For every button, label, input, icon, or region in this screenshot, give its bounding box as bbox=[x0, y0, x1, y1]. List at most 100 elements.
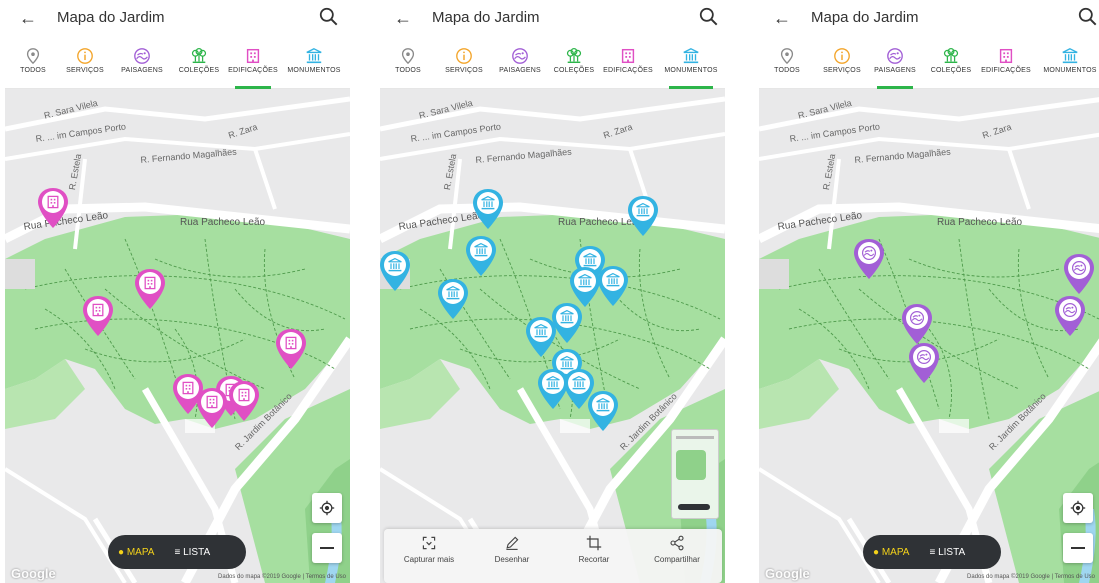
monument-pin-icon[interactable] bbox=[464, 234, 498, 278]
tab-label: SERVIÇOS bbox=[823, 67, 861, 74]
tab-label: MONUMENTOS bbox=[287, 67, 341, 74]
map-view[interactable]: R. Sara Vilela R. ... im Campos Porto R.… bbox=[380, 89, 725, 583]
compartilhar-button[interactable]: Compartilhar bbox=[637, 535, 717, 564]
my-location-button[interactable] bbox=[1063, 493, 1093, 523]
tab-label: SERVIÇOS bbox=[445, 67, 483, 74]
monument-pin-icon[interactable] bbox=[626, 194, 660, 238]
location-pin-icon bbox=[778, 47, 796, 65]
tab-monumentos[interactable]: MONUMENTOS bbox=[1039, 42, 1099, 88]
thumbnail-bar bbox=[676, 436, 714, 439]
tab-label: EDIFICAÇÕES bbox=[981, 67, 1031, 74]
monument-pin-icon[interactable] bbox=[436, 277, 470, 321]
tab-colecoes[interactable]: COLEÇÕES bbox=[546, 42, 602, 88]
landscape-pin-icon[interactable] bbox=[900, 302, 934, 346]
building-pin-icon[interactable] bbox=[133, 267, 167, 311]
zoom-out-button[interactable] bbox=[312, 533, 342, 563]
map-credits: Dados do mapa ©2019 Google | Termos de U… bbox=[218, 574, 346, 580]
mapa-button[interactable]: ● MAPA bbox=[863, 547, 919, 558]
info-icon bbox=[76, 47, 94, 65]
back-arrow-icon[interactable]: ← bbox=[773, 7, 795, 29]
monument-icon bbox=[305, 47, 323, 65]
tab-servicos[interactable]: SERVIÇOS bbox=[57, 42, 113, 88]
monument-pin-icon[interactable] bbox=[586, 389, 620, 433]
tab-colecoes[interactable]: COLEÇÕES bbox=[923, 42, 979, 88]
location-pin-icon bbox=[399, 47, 417, 65]
tab-todos[interactable]: TODOS bbox=[5, 42, 61, 88]
building-pin-icon[interactable] bbox=[81, 294, 115, 338]
my-location-icon bbox=[1070, 500, 1086, 516]
tab-todos[interactable]: TODOS bbox=[380, 42, 436, 88]
capturar-mais-button[interactable]: Capturar mais bbox=[389, 535, 469, 564]
thumbnail-nav bbox=[678, 504, 710, 510]
lista-button[interactable]: ≡ LISTA bbox=[919, 547, 975, 558]
tab-monumentos[interactable]: MONUMENTOS bbox=[659, 42, 723, 89]
terms-link[interactable]: Termos de Uso bbox=[306, 574, 346, 580]
monument-icon bbox=[1061, 47, 1079, 65]
tab-servicos[interactable]: SERVIÇOS bbox=[436, 42, 492, 88]
back-arrow-icon[interactable]: ← bbox=[394, 7, 416, 29]
monument-pin-icon[interactable] bbox=[471, 187, 505, 231]
tab-colecoes[interactable]: COLEÇÕES bbox=[171, 42, 227, 88]
tab-label: MONUMENTOS bbox=[664, 67, 718, 74]
lista-button[interactable]: ≡ LISTA bbox=[164, 547, 220, 558]
google-logo: Google bbox=[11, 566, 56, 581]
my-location-button[interactable] bbox=[312, 493, 342, 523]
terms-link[interactable]: Termos de Uso bbox=[1055, 574, 1095, 580]
minus-icon bbox=[1071, 547, 1085, 549]
tab-label: COLEÇÕES bbox=[178, 67, 220, 74]
credits-text: Dados do mapa ©2019 Google bbox=[218, 574, 301, 580]
monument-pin-icon[interactable] bbox=[596, 264, 630, 308]
recortar-button[interactable]: Recortar bbox=[554, 535, 634, 564]
minus-icon bbox=[320, 547, 334, 549]
tab-paisagens[interactable]: PAISAGENS bbox=[867, 42, 923, 89]
lista-label: LISTA bbox=[938, 546, 966, 558]
info-icon bbox=[833, 47, 851, 65]
search-icon[interactable] bbox=[698, 6, 720, 28]
location-pin-icon bbox=[24, 47, 42, 65]
mapa-button[interactable]: ● MAPA bbox=[108, 547, 164, 558]
building-pin-icon[interactable] bbox=[227, 379, 261, 423]
tab-label: COLEÇÕES bbox=[930, 67, 972, 74]
capturar-label: Capturar mais bbox=[403, 555, 455, 564]
tab-label: EDIFICAÇÕES bbox=[228, 67, 278, 74]
landscape-pin-icon[interactable] bbox=[852, 237, 886, 281]
building-pin-icon[interactable] bbox=[195, 386, 229, 430]
capture-more-icon bbox=[422, 536, 436, 550]
tab-edificacoes[interactable]: EDIFICAÇÕES bbox=[600, 42, 656, 88]
tab-label: TODOS bbox=[20, 67, 46, 74]
compartilhar-label: Compartilhar bbox=[654, 555, 700, 564]
tab-label: COLEÇÕES bbox=[553, 67, 595, 74]
search-icon[interactable] bbox=[318, 6, 340, 28]
building-pin-icon[interactable] bbox=[36, 186, 70, 230]
landscape-pin-icon[interactable] bbox=[907, 341, 941, 385]
landscape-pin-icon[interactable] bbox=[1053, 294, 1087, 338]
monument-pin-icon[interactable] bbox=[380, 249, 412, 293]
category-bar: TODOS SERVIÇOS PAISAGENS COLEÇÕES EDIFIC… bbox=[380, 42, 725, 89]
back-arrow-icon[interactable]: ← bbox=[19, 7, 41, 29]
tab-edificacoes[interactable]: EDIFICAÇÕES bbox=[225, 42, 281, 89]
phone-screen-monumentos: ← Mapa do Jardim TODOS SERVIÇOS PAISAGEN… bbox=[380, 0, 725, 583]
tab-paisagens[interactable]: PAISAGENS bbox=[492, 42, 548, 88]
top-bar: ← Mapa do Jardim bbox=[5, 0, 350, 38]
search-icon[interactable] bbox=[1077, 6, 1099, 28]
map-view[interactable]: R. Sara Vilela R. ... im Campos Porto R.… bbox=[759, 89, 1099, 583]
tab-todos[interactable]: TODOS bbox=[759, 42, 815, 88]
screenshot-thumbnail[interactable] bbox=[671, 429, 719, 519]
filter-icon: ≡ bbox=[174, 546, 184, 558]
building-pin-icon[interactable] bbox=[274, 327, 308, 371]
desenhar-button[interactable]: Desenhar bbox=[472, 535, 552, 564]
lista-label: LISTA bbox=[183, 546, 211, 558]
tab-servicos[interactable]: SERVIÇOS bbox=[814, 42, 870, 88]
map-view[interactable]: R. Sara Vilela R. ... im Campos Porto R.… bbox=[5, 89, 350, 583]
tab-edificacoes[interactable]: EDIFICAÇÕES bbox=[978, 42, 1034, 88]
landscape-pin-icon[interactable] bbox=[1062, 252, 1096, 296]
tab-label: PAISAGENS bbox=[874, 67, 916, 74]
building-icon bbox=[619, 47, 637, 65]
landscape-icon bbox=[133, 47, 151, 65]
zoom-out-button[interactable] bbox=[1063, 533, 1093, 563]
tab-monumentos[interactable]: MONUMENTOS bbox=[282, 42, 346, 88]
plants-icon bbox=[190, 47, 208, 65]
landscape-icon bbox=[511, 47, 529, 65]
tab-paisagens[interactable]: PAISAGENS bbox=[114, 42, 170, 88]
category-bar: TODOS SERVIÇOS PAISAGENS COLEÇÕES EDIFIC… bbox=[5, 42, 350, 89]
